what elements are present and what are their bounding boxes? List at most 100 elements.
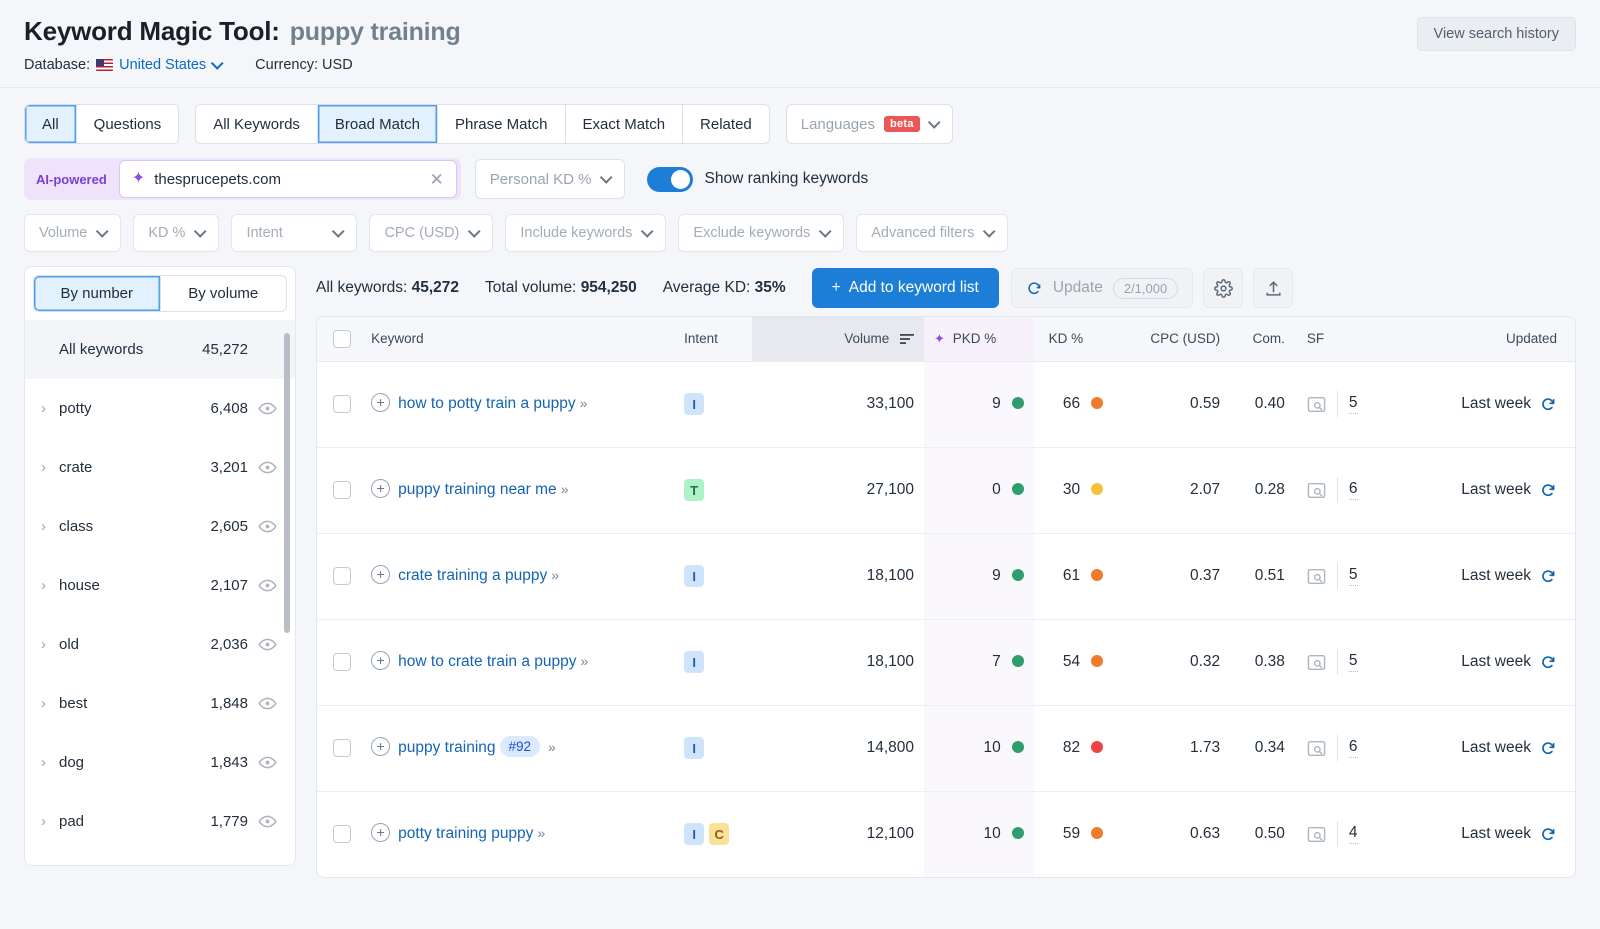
database-value[interactable]: United States (119, 57, 206, 73)
sidebar-tab-by-number[interactable]: By number (33, 275, 161, 312)
intent-badge-I[interactable]: I (684, 565, 705, 587)
expand-keyword-icon[interactable]: » (580, 395, 588, 411)
domain-input-wrapper[interactable]: ✦ thesprucepets.com ✕ (118, 160, 457, 198)
row-checkbox[interactable] (333, 825, 352, 844)
keyword-link[interactable]: potty training puppy (398, 825, 533, 842)
chevron-right-icon[interactable]: › (41, 695, 59, 712)
expand-keyword-icon[interactable]: » (561, 481, 569, 497)
sidebar-item-class[interactable]: › class 2,605 (25, 497, 295, 556)
expand-keyword-icon[interactable]: » (548, 739, 556, 755)
sidebar-scrollbar[interactable] (284, 333, 290, 633)
intent-badge-I[interactable]: I (684, 823, 705, 846)
filter-exclude-keywords[interactable]: Exclude keywords (678, 214, 845, 252)
view-search-history-button[interactable]: View search history (1416, 17, 1576, 51)
expand-keyword-icon[interactable]: » (581, 653, 589, 669)
col-sf[interactable]: SF (1294, 317, 1408, 362)
col-cpc[interactable]: CPC (USD) (1113, 317, 1231, 362)
tab-broad-match[interactable]: Broad Match (317, 105, 438, 143)
expand-keyword-icon[interactable]: » (551, 567, 559, 583)
update-button[interactable]: Update 2/1,000 (1010, 268, 1194, 308)
table-row[interactable]: + how to crate train a puppy» I 18,100 7 54 0.… (317, 619, 1575, 706)
keyword-link[interactable]: puppy training (398, 739, 495, 756)
sidebar-item-crate[interactable]: › crate 3,201 (25, 438, 295, 497)
sidebar-item-potty[interactable]: › potty 6,408 (25, 379, 295, 438)
row-checkbox[interactable] (333, 480, 352, 499)
tab-phrase-match[interactable]: Phrase Match (437, 105, 566, 143)
eye-icon[interactable] (258, 399, 277, 418)
eye-icon[interactable] (258, 694, 277, 713)
add-keyword-icon[interactable]: + (371, 650, 391, 670)
languages-dropdown[interactable]: Languages beta (785, 104, 953, 144)
chevron-right-icon[interactable]: › (41, 577, 59, 594)
filter-include-keywords[interactable]: Include keywords (505, 214, 667, 252)
keyword-link[interactable]: puppy training near me (398, 481, 557, 498)
refresh-icon[interactable] (1540, 826, 1557, 843)
sf-count[interactable]: 5 (1348, 394, 1358, 414)
eye-icon[interactable] (258, 517, 277, 536)
tab-all-keywords[interactable]: All Keywords (196, 105, 318, 143)
filter-volume[interactable]: Volume (24, 214, 122, 252)
refresh-icon[interactable] (1540, 396, 1557, 413)
sidebar-item-all-keywords[interactable]: All keywords 45,272 (25, 320, 295, 379)
sf-count[interactable]: 4 (1348, 824, 1358, 845)
add-keyword-icon[interactable]: + (371, 822, 391, 842)
table-row[interactable]: + puppy training near me» T 27,100 0 30 2.07 0.… (317, 447, 1575, 534)
domain-input[interactable]: thesprucepets.com (154, 171, 420, 188)
row-checkbox[interactable] (333, 566, 352, 585)
clear-domain-icon[interactable]: ✕ (430, 171, 444, 188)
chevron-right-icon[interactable]: › (41, 518, 59, 535)
filter-kd[interactable]: KD % (133, 214, 220, 252)
intent-badge-I[interactable]: I (684, 393, 705, 415)
expand-keyword-icon[interactable]: » (537, 825, 545, 841)
keyword-link[interactable]: how to potty train a puppy (398, 395, 576, 412)
database-selector[interactable]: Database: United States (24, 56, 224, 73)
add-to-keyword-list-button[interactable]: + Add to keyword list (811, 268, 999, 308)
col-keyword[interactable]: Keyword (367, 317, 671, 362)
sf-count[interactable]: 5 (1348, 652, 1358, 672)
sf-count[interactable]: 6 (1348, 738, 1358, 758)
table-row[interactable]: + how to potty train a puppy» I 33,100 9 66 0.… (317, 361, 1575, 448)
tab-related[interactable]: Related (683, 105, 769, 143)
settings-button[interactable] (1203, 268, 1244, 308)
intent-badge-I[interactable]: I (684, 737, 705, 759)
chevron-right-icon[interactable]: › (41, 400, 59, 417)
eye-icon[interactable] (258, 458, 277, 477)
refresh-icon[interactable] (1540, 482, 1557, 499)
sf-count[interactable]: 5 (1348, 566, 1358, 586)
filter-cpc[interactable]: CPC (USD) (369, 214, 494, 252)
personal-kd-dropdown[interactable]: Personal KD % (474, 159, 625, 199)
tab-questions[interactable]: Questions (76, 105, 179, 143)
col-com[interactable]: Com. (1230, 317, 1295, 362)
eye-icon[interactable] (258, 635, 277, 654)
add-keyword-icon[interactable]: + (371, 392, 391, 412)
table-row[interactable]: + crate training a puppy» I 18,100 9 61 0.37 0.… (317, 533, 1575, 620)
tab-all[interactable]: All (25, 105, 77, 143)
show-ranking-keywords-toggle[interactable] (646, 166, 693, 192)
keyword-link[interactable]: how to crate train a puppy (398, 653, 576, 670)
chevron-right-icon[interactable]: › (41, 813, 59, 830)
sidebar-item-pad[interactable]: › pad 1,779 (25, 792, 295, 851)
col-intent[interactable]: Intent (670, 317, 752, 362)
add-keyword-icon[interactable]: + (371, 478, 391, 498)
col-pkd[interactable]: ✦ PKD % (924, 317, 1034, 362)
add-keyword-icon[interactable]: + (371, 736, 391, 756)
table-row[interactable]: + potty training puppy» I C 12,100 10 59 0.63 0.… (317, 791, 1575, 877)
sidebar-item-house[interactable]: › house 2,107 (25, 556, 295, 615)
sidebar-item-best[interactable]: › best 1,848 (25, 674, 295, 733)
eye-icon[interactable] (258, 812, 277, 831)
intent-badge-I[interactable]: I (684, 651, 705, 673)
eye-icon[interactable] (258, 576, 277, 595)
keyword-link[interactable]: crate training a puppy (398, 567, 547, 584)
col-kd[interactable]: KD % (1033, 317, 1114, 362)
sf-count[interactable]: 6 (1348, 480, 1358, 500)
eye-icon[interactable] (258, 753, 277, 772)
export-button[interactable] (1253, 268, 1294, 308)
sidebar-item-old[interactable]: › old 2,036 (25, 615, 295, 674)
sidebar-item-dog[interactable]: › dog 1,843 (25, 733, 295, 792)
refresh-icon[interactable] (1540, 654, 1557, 671)
add-keyword-icon[interactable]: + (371, 564, 391, 584)
refresh-icon[interactable] (1540, 740, 1557, 757)
col-updated[interactable]: Updated (1407, 317, 1575, 362)
row-checkbox[interactable] (333, 394, 352, 413)
row-checkbox[interactable] (333, 652, 352, 671)
